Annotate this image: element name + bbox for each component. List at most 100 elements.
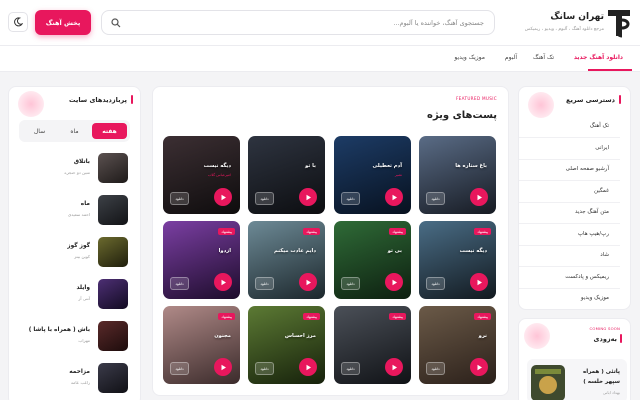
quick-access-item[interactable]: متن آهنگ جدید (575, 209, 609, 215)
nav-item-new-songs[interactable]: دانلود آهنگ جدید (574, 54, 623, 61)
featured-card[interactable]: پیشنهاد دیگه نیست دانلود (419, 221, 496, 299)
play-icon (221, 194, 226, 200)
download-button[interactable]: دانلود (170, 362, 189, 375)
quick-access-item[interactable]: شاد (600, 252, 609, 258)
song-artist: مهراب (78, 338, 90, 343)
coming-soon-panel: COMING SOON به‌زودی پاتئی ( همراه سپهر خ… (518, 318, 631, 400)
top-song-item[interactable]: ماه احمد سعیدی (13, 195, 128, 227)
site-header: تهران سانگ مرجع دانلود آهنگ ، آلبوم ، وی… (0, 0, 640, 46)
song-artist: راغب عامه (70, 380, 90, 385)
play-button[interactable] (385, 358, 403, 376)
nav-item-album[interactable]: آلبوم (505, 54, 517, 61)
featured-card[interactable]: پیشنهاد ازدوا دانلود (163, 221, 240, 299)
play-button[interactable] (470, 188, 488, 206)
play-button[interactable] (470, 273, 488, 291)
search-icon[interactable] (111, 18, 121, 28)
tab-year[interactable]: سال (22, 123, 57, 139)
download-button[interactable]: دانلود (341, 362, 360, 375)
top-song-item[interactable]: مزاحمه راغب عامه (13, 363, 128, 395)
play-music-button[interactable]: پخش آهنگ (35, 10, 91, 35)
play-button[interactable] (214, 358, 232, 376)
download-button[interactable]: دانلود (426, 192, 445, 205)
play-icon (477, 364, 482, 370)
divider (519, 287, 620, 289)
divider (519, 137, 620, 138)
quick-access-item[interactable]: آرشیو صفحه اصلی (566, 166, 609, 172)
song-cover (98, 237, 128, 267)
song-title: ماه (80, 201, 90, 207)
download-button[interactable]: دانلود (426, 362, 445, 375)
play-button[interactable] (299, 273, 317, 291)
download-button[interactable]: دانلود (255, 362, 274, 375)
top-song-item[interactable]: باش ( همراه با پاشا ) مهراب (13, 321, 128, 353)
play-button[interactable] (299, 358, 317, 376)
nav-item-single[interactable]: تک آهنگ (533, 54, 554, 61)
suggested-badge: پیشنهاد (389, 228, 406, 235)
download-button[interactable]: دانلود (255, 192, 274, 205)
quick-access-item[interactable]: ایرانی (595, 145, 609, 151)
divider (519, 158, 620, 160)
decorative-blob (528, 92, 554, 118)
card-title: دیگه نیست (459, 248, 487, 254)
nav-item-music-video[interactable]: موزیک ویدیو (454, 54, 485, 61)
card-title: مرز احساس (284, 333, 316, 339)
theme-toggle-button[interactable] (8, 12, 28, 32)
play-icon (306, 279, 311, 285)
featured-card[interactable]: پیشنهاد مرز احساس دانلود (248, 306, 325, 384)
quick-access-item[interactable]: موزیک ویدیو (581, 295, 609, 301)
suggested-badge: پیشنهاد (218, 313, 235, 320)
play-button[interactable] (214, 188, 232, 206)
play-button[interactable] (385, 273, 403, 291)
period-tabs: هفته ماه سال (19, 120, 130, 142)
download-button[interactable]: دانلود (170, 192, 189, 205)
featured-card[interactable]: دیگه نیست امیرعباس گلاب دانلود (163, 136, 240, 214)
coming-soon-kicker: COMING SOON (589, 326, 620, 331)
play-button[interactable] (470, 358, 488, 376)
card-title: آدم تعطیلی (372, 163, 402, 169)
download-button[interactable]: دانلود (341, 277, 360, 290)
featured-card[interactable]: پیشنهاد دانلود (334, 306, 411, 384)
download-button[interactable]: دانلود (341, 192, 360, 205)
brand-name[interactable]: تهران سانگ (550, 12, 604, 22)
nav-active-indicator (588, 69, 632, 71)
featured-card[interactable]: پیشنهاد دایم عادت میکنم دانلود (248, 221, 325, 299)
search-input[interactable] (164, 16, 484, 30)
quick-access-item[interactable]: غمگین (594, 188, 609, 194)
play-icon (392, 194, 397, 200)
quick-access-title: دسترسی سریع (566, 96, 615, 104)
featured-card[interactable]: آدم تعطیلی نصیر دانلود (334, 136, 411, 214)
featured-card[interactable]: باغ ستاره ها دانلود (419, 136, 496, 214)
suggested-badge: پیشنهاد (474, 313, 491, 320)
tab-week[interactable]: هفته (92, 123, 127, 139)
song-title: گوز گوز (67, 243, 90, 249)
coming-soon-item[interactable]: پاتئی ( همراه سپهر خلسه ) بهداد ابانی (527, 359, 627, 400)
download-button[interactable]: دانلود (170, 277, 189, 290)
play-button[interactable] (214, 273, 232, 291)
song-cover (98, 153, 128, 183)
play-button[interactable] (385, 188, 403, 206)
site-logo[interactable] (608, 8, 630, 38)
song-cover (98, 321, 128, 351)
tab-month[interactable]: ماه (57, 123, 92, 139)
top-song-item[interactable]: گوز گوز کوین بیتز (13, 237, 128, 269)
featured-card[interactable]: پیشنهاد مجنون دانلود (163, 306, 240, 384)
quick-access-item[interactable]: رپ/هیپ هاپ (578, 231, 609, 237)
suggested-badge: پیشنهاد (389, 313, 406, 320)
download-button[interactable]: دانلود (255, 277, 274, 290)
download-button[interactable]: دانلود (426, 277, 445, 290)
quick-access-item[interactable]: ریمیکس و پادکست (565, 274, 609, 280)
suggested-badge: پیشنهاد (303, 313, 320, 320)
play-button[interactable] (299, 188, 317, 206)
top-song-item[interactable]: باتلاق متین دو حنجره (13, 153, 128, 185)
featured-card[interactable]: پیشنهاد نرو دانلود (419, 306, 496, 384)
top-song-item[interactable]: وایلد آنتی آر (13, 279, 128, 311)
divider (519, 201, 620, 203)
play-icon (306, 364, 311, 370)
song-cover (98, 195, 128, 225)
quick-access-item[interactable]: تک آهنگ (590, 123, 609, 129)
song-artist: آنتی آر (78, 296, 90, 301)
featured-card[interactable]: با تو دانلود (248, 136, 325, 214)
song-title: مزاحمه (69, 369, 90, 375)
main-nav: دانلود آهنگ جدید تک آهنگ آلبوم موزیک وید… (0, 46, 640, 72)
featured-card[interactable]: پیشنهاد بی تو دانلود (334, 221, 411, 299)
